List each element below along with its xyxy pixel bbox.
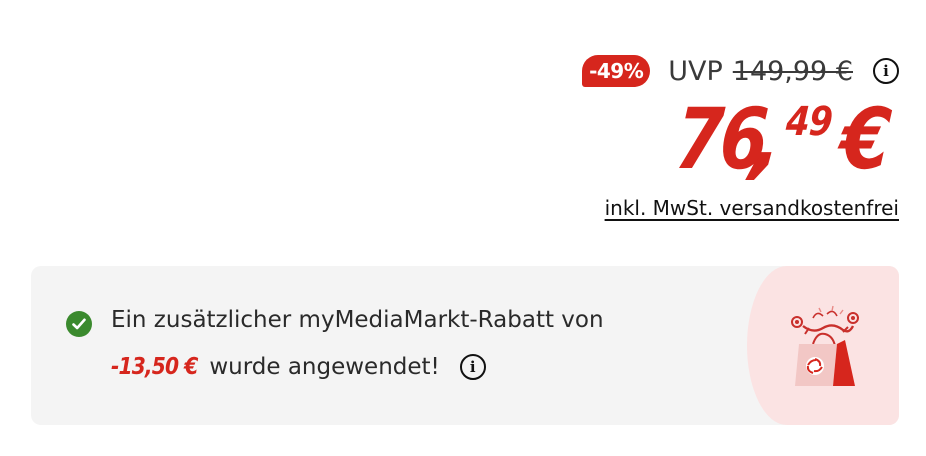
notice-info-icon[interactable]: i [459, 354, 486, 380]
product-price-panel: -49% UVP 149,99 € i 76 , 49 € inkl. MwSt… [0, 0, 926, 456]
shopping-bag-gift-icon [791, 305, 859, 386]
price-block: -49% UVP 149,99 € i 76 , 49 € inkl. MwSt… [399, 50, 899, 220]
check-circle-icon [66, 311, 92, 337]
gift-bag-illustration [747, 266, 899, 425]
shipping-row: inkl. MwSt. versandkostenfrei [399, 196, 899, 220]
uvp-price: 149,99 € [732, 55, 853, 87]
uvp-info-icon[interactable]: i [873, 58, 899, 84]
notice-applied-text: wurde angewendet! [209, 354, 440, 380]
current-price: 76 , 49 € [396, 90, 902, 188]
price-currency: € [837, 90, 894, 188]
discount-badge: -49% [582, 55, 651, 87]
notice-amount-line: -13,50 € wurde angewendet! i [111, 354, 486, 380]
price-cents: 49 [784, 99, 834, 145]
price-euros: 76 [672, 90, 769, 188]
additional-discount-notice: Ein zusätzlicher myMediaMarkt-Rabatt von… [31, 266, 899, 425]
notice-text: Ein zusätzlicher myMediaMarkt-Rabatt von [111, 307, 604, 333]
uvp-row: -49% UVP 149,99 € i [399, 50, 899, 92]
uvp-label: UVP [668, 55, 723, 87]
shipping-info-link[interactable]: inkl. MwSt. versandkostenfrei [605, 196, 899, 220]
rabatt-amount: -13,50 € [111, 354, 198, 380]
